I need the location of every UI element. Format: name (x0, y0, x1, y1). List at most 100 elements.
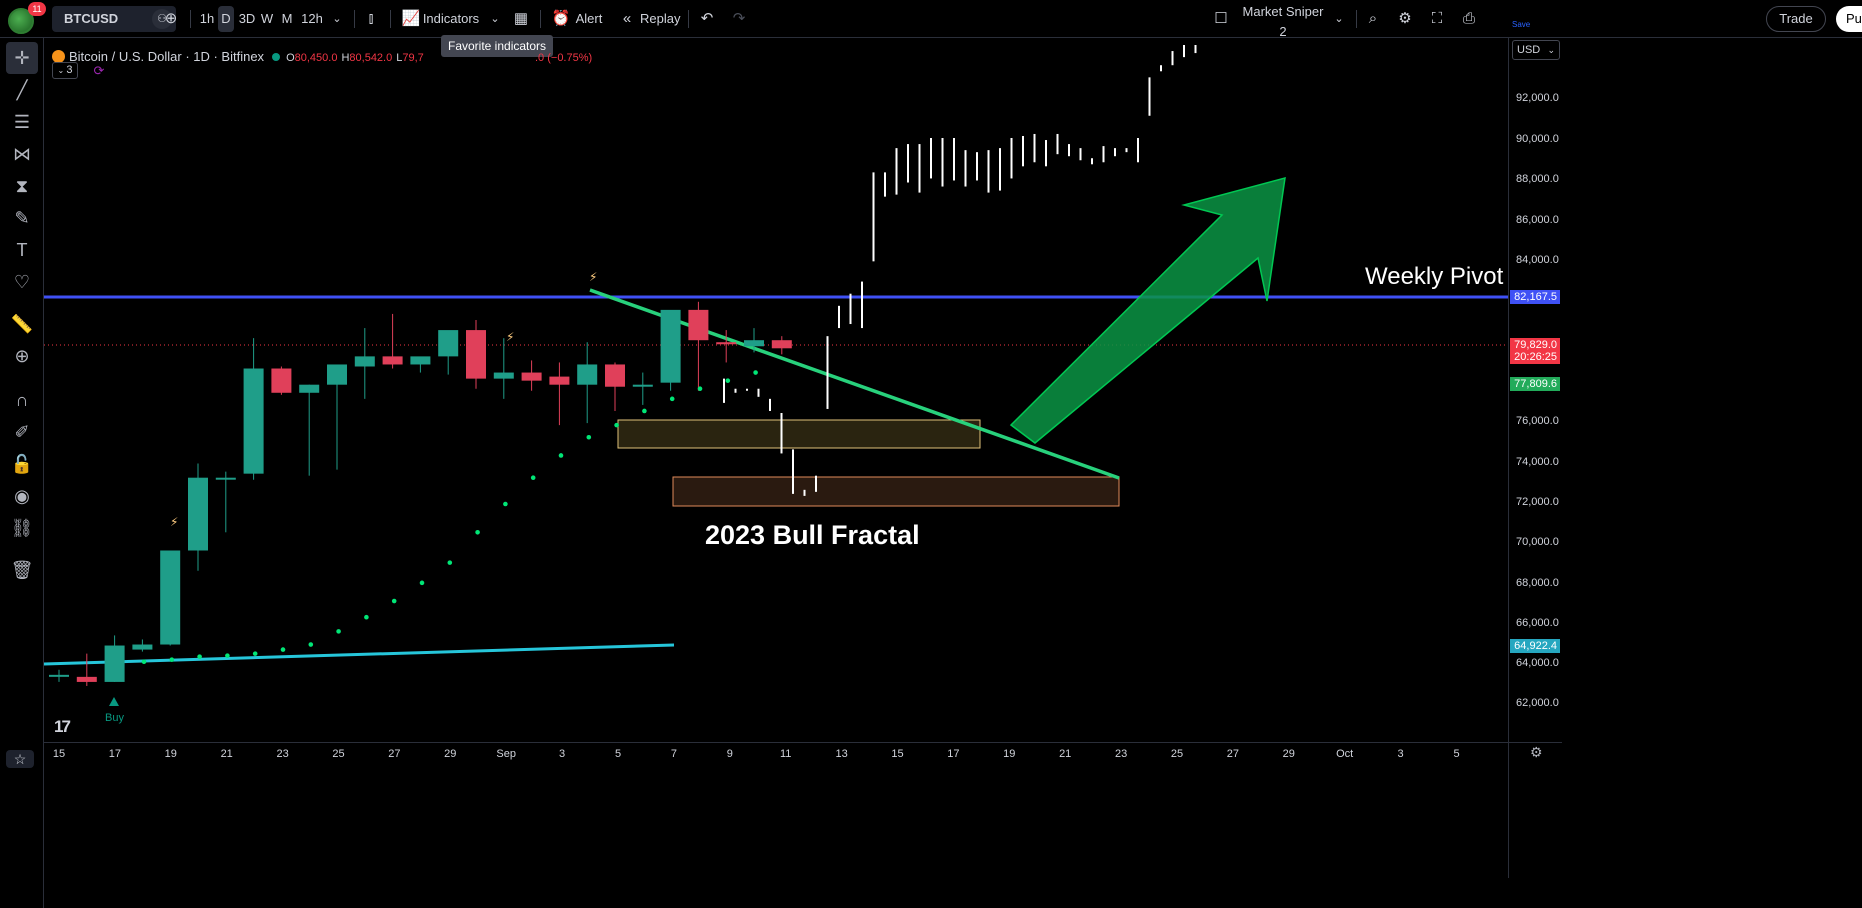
trade-button[interactable]: Trade (1766, 6, 1826, 32)
legend-change: .0 (−0.75%) (535, 52, 593, 64)
replay-icon[interactable]: « (614, 6, 640, 32)
timeframe-dropdown-icon[interactable]: ⌄ (324, 6, 350, 32)
weekly-pivot-label[interactable]: Weekly Pivot (1365, 263, 1503, 291)
trend-line-icon[interactable]: ╱ (6, 74, 38, 106)
time-tick: 19 (1003, 748, 1016, 760)
candle-body (549, 376, 570, 385)
chart-legend[interactable]: Bitcoin / U.S. Dollar · 1D · Bitfinex O80… (52, 48, 428, 66)
ruler-icon[interactable]: 📏 (6, 308, 38, 340)
zoom-in-icon[interactable]: ⊕ (6, 340, 38, 372)
text-icon[interactable]: T (6, 234, 38, 266)
settings-icon[interactable]: ⚙ (1392, 6, 1418, 32)
time-tick: 17 (947, 748, 960, 760)
demand-zone-lower[interactable] (672, 476, 1120, 507)
forecast-icon[interactable]: ⧗ (6, 170, 38, 202)
demand-zone-upper[interactable] (617, 419, 981, 449)
alert-icon[interactable]: ⏰ (548, 6, 574, 32)
indicator-reload-icon[interactable]: ⟳ (90, 62, 108, 80)
layout-checkbox-icon[interactable]: ☐ (1208, 6, 1234, 32)
candle-body (354, 356, 375, 367)
stay-in-drawing-mode-icon[interactable]: ✐ (6, 416, 38, 448)
timeframe-w[interactable]: W (260, 6, 274, 32)
tradingview-logo[interactable]: 17 (54, 717, 71, 737)
bull-fractal-label[interactable]: 2023 Bull Fractal (705, 520, 920, 551)
price-tick: 64,000.0 (1516, 657, 1559, 669)
psar-dot (503, 501, 508, 507)
eye-icon[interactable]: ◉ (6, 480, 38, 512)
price-tick: 92,000.0 (1516, 92, 1559, 104)
currency-selector[interactable]: USD ⌄ (1512, 40, 1560, 60)
candle-body (299, 384, 320, 393)
toolbar-divider (540, 10, 541, 28)
brush-icon[interactable]: ✎ (6, 202, 38, 234)
undo-icon[interactable]: ↶ (694, 6, 720, 32)
psar-dot (280, 647, 286, 652)
price-tick: 90,000.0 (1516, 133, 1559, 145)
price-tick: 66,000.0 (1516, 617, 1559, 629)
symbol-label: BTCUSD (64, 11, 119, 26)
pattern-icon[interactable]: ⋈ (6, 138, 38, 170)
candle-body (243, 368, 264, 474)
link-icon[interactable]: ⛓ (6, 512, 38, 544)
snapshot-icon[interactable]: ⎙ (1456, 6, 1482, 32)
buy-signal-arrow-icon (109, 697, 119, 706)
time-tick: 23 (276, 748, 289, 760)
chart-settings-icon[interactable]: ⚙ (1530, 744, 1543, 761)
psar-dot (336, 629, 341, 634)
psar-dot (614, 422, 619, 428)
candle-body (660, 309, 681, 383)
support-price-badge: 64,922.4 (1510, 639, 1560, 653)
add-symbol-icon[interactable]: ⊕ (158, 6, 184, 32)
fib-retracement-icon[interactable]: ☰ (6, 106, 38, 138)
bullish-arrow[interactable] (1009, 176, 1286, 444)
indicator-count: 3 (66, 64, 73, 76)
timeframe-12h[interactable]: 12h (300, 6, 324, 32)
candle-body (605, 364, 625, 387)
time-axis[interactable] (44, 742, 1562, 766)
templates-icon[interactable]: ▦ (508, 6, 534, 32)
time-tick: 29 (444, 748, 457, 760)
heart-icon[interactable]: ♡ (6, 266, 38, 298)
layout-dropdown-icon[interactable]: ⌄ (1326, 6, 1352, 32)
layout-save-status: Save (1512, 20, 1531, 29)
redo-icon[interactable]: ↷ (726, 6, 752, 32)
indicators-button[interactable]: Indicators (422, 6, 480, 32)
candle-type-icon[interactable]: ⫾ (358, 6, 384, 32)
layout-name[interactable]: Market Sniper 2 (1240, 2, 1326, 39)
candle-body (76, 676, 97, 682)
high-value: 80,542.0 (349, 52, 393, 64)
currency-label: USD (1517, 44, 1541, 56)
price-tick: 70,000.0 (1516, 536, 1559, 548)
candle-body (104, 645, 125, 682)
indicators-icon[interactable]: 📈 (398, 6, 424, 32)
top-toolbar: 11 BTCUSD ⚇ ⊕ 1h D 3D W M 12h ⌄ ⫾ 📈 Indi… (0, 0, 1862, 39)
candle-body (632, 384, 653, 387)
indicators-collapse-button[interactable]: ⌄ 3 (52, 62, 78, 79)
alert-button[interactable]: Alert (574, 6, 604, 32)
lock-icon[interactable]: 🔓 (6, 448, 38, 480)
crosshair-icon[interactable]: ✛ (6, 42, 38, 74)
magnet-icon[interactable]: ∩ (6, 384, 38, 416)
time-tick: 15 (891, 748, 904, 760)
psar-dot (669, 396, 675, 402)
timeframe-d[interactable]: D (218, 6, 234, 32)
favorites-star-icon[interactable]: ☆ (6, 750, 34, 768)
toolbar-divider (190, 10, 191, 28)
parabolic-sar-dots (141, 370, 758, 665)
candle-body (716, 342, 737, 345)
replay-button[interactable]: Replay (640, 6, 680, 32)
psar-dot (225, 653, 230, 658)
time-tick: 27 (1226, 748, 1240, 760)
open-key: O (286, 52, 295, 64)
publish-button[interactable]: Pu (1836, 6, 1862, 32)
low-value: 79,7 (402, 52, 424, 64)
candle-body (744, 340, 764, 347)
timeframe-3d[interactable]: 3D (236, 6, 258, 32)
fullscreen-icon[interactable]: ⛶ (1424, 6, 1450, 32)
quick-search-icon[interactable]: ⌕ (1360, 6, 1386, 32)
favorite-indicators-dropdown-icon[interactable]: ⌄ (482, 6, 508, 32)
timeframe-1h[interactable]: 1h (196, 6, 218, 32)
timeframe-m[interactable]: M (280, 6, 294, 32)
candle-body (577, 364, 598, 385)
trash-icon[interactable]: 🗑 (6, 554, 38, 586)
